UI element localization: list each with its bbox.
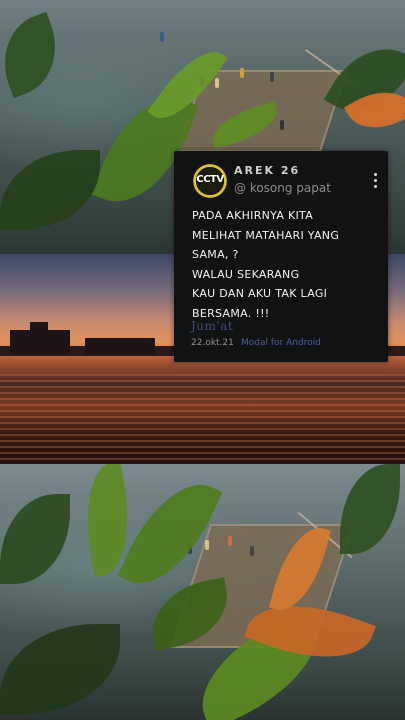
quote-line: WALAU SEKARANG bbox=[192, 267, 300, 281]
foliage bbox=[0, 494, 70, 584]
author-handle: @ kosong papat bbox=[234, 181, 331, 195]
quote-card[interactable]: CCTV AREK 26 @ kosong papat PADA AKHIRNY… bbox=[174, 151, 388, 362]
more-vertical-icon[interactable] bbox=[374, 173, 378, 191]
author-name[interactable]: AREK 26 bbox=[234, 164, 300, 177]
post-date: 22.okt.21 bbox=[191, 338, 234, 348]
foliage bbox=[0, 150, 100, 230]
day-label: Jum'at bbox=[191, 319, 234, 333]
ship-cabin bbox=[30, 322, 48, 332]
foliage bbox=[0, 624, 120, 714]
quote-text: PADA AKHIRNYA KITA MELIHAT MATAHARI YANG… bbox=[192, 206, 339, 323]
foliage bbox=[340, 464, 400, 554]
bottom-photo-pier bbox=[0, 464, 405, 720]
water-reflection bbox=[0, 374, 405, 464]
avatar-logo-text: CCTV bbox=[196, 174, 224, 185]
ship-silhouette bbox=[85, 338, 155, 354]
via-app-link[interactable]: Modal for Android bbox=[241, 338, 321, 348]
quote-line: SAMA, ? bbox=[192, 248, 239, 261]
quote-line: PADA AKHIRNYA KITA bbox=[192, 209, 314, 222]
foliage bbox=[0, 11, 71, 99]
avatar[interactable]: CCTV bbox=[191, 162, 229, 200]
ship-silhouette bbox=[10, 330, 70, 354]
quote-line: MELIHAT MATAHARI YANG bbox=[192, 228, 340, 242]
quote-line: KAU DAN AKU TAK LAGI bbox=[192, 287, 328, 300]
